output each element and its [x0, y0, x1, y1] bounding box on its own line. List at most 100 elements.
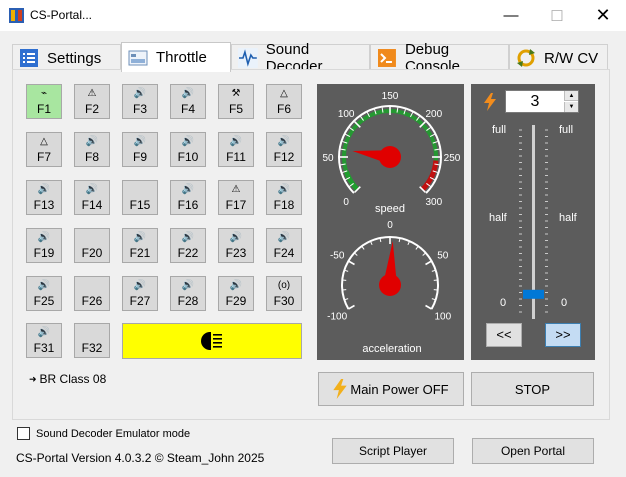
- slider-left-zero: 0: [500, 297, 507, 309]
- function-key-label: F29: [225, 294, 247, 308]
- function-key-f28[interactable]: 🔊 F28: [170, 276, 206, 311]
- app-icon: [9, 8, 24, 23]
- function-key-f15[interactable]: F15: [122, 180, 158, 215]
- speed-gauge: 0 50 100 150 200 250 300: [322, 91, 460, 208]
- function-key-f30[interactable]: (o) F30: [266, 276, 302, 311]
- function-key-f11[interactable]: 🔊 F11: [218, 132, 254, 167]
- function-key-f27[interactable]: 🔊 F27: [122, 276, 158, 311]
- function-key-f2[interactable]: ⚠ F2: [74, 84, 110, 119]
- function-symbol-icon: 🔊: [229, 232, 243, 243]
- function-key-f9[interactable]: 🔊 F9: [122, 132, 158, 167]
- function-key-f13[interactable]: 🔊 F13: [26, 180, 62, 215]
- speed-tick-label: 300: [425, 197, 442, 208]
- function-key-f18[interactable]: 🔊 F18: [266, 180, 302, 215]
- version-text: CS-Portal Version 4.0.3.2 © Steam_John 2…: [16, 451, 265, 465]
- function-key-f5[interactable]: ⚒ F5: [218, 84, 254, 119]
- throttle-icon: [128, 50, 148, 65]
- function-symbol-icon: 🔊: [37, 184, 51, 195]
- function-symbol-icon: 🔊: [181, 184, 195, 195]
- function-key-label: F16: [177, 198, 199, 212]
- function-key-f22[interactable]: 🔊 F22: [170, 228, 206, 263]
- slider-left-half: half: [489, 212, 507, 224]
- tab-settings-label: Settings: [47, 49, 102, 67]
- title-bar: CS-Portal... — ☐ ✕: [0, 0, 626, 31]
- function-symbol-icon: 🔊: [181, 232, 195, 243]
- function-key-f20[interactable]: F20: [74, 228, 110, 263]
- function-key-f32[interactable]: F32: [74, 323, 110, 358]
- function-symbol-icon: ⌁: [40, 88, 48, 99]
- function-key-f8[interactable]: 🔊 F8: [74, 132, 110, 167]
- function-key-f19[interactable]: 🔊 F19: [26, 228, 62, 263]
- close-button[interactable]: ✕: [580, 0, 626, 31]
- slider-thumb[interactable]: [523, 289, 544, 299]
- tab-throttle[interactable]: Throttle: [121, 42, 231, 72]
- function-key-f29[interactable]: 🔊 F29: [218, 276, 254, 311]
- speed-tick-label: 100: [338, 109, 355, 120]
- function-key-f10[interactable]: 🔊 F10: [170, 132, 206, 167]
- step-forward-button[interactable]: >>: [545, 323, 581, 347]
- function-key-label: F20: [81, 246, 103, 260]
- function-key-f16[interactable]: 🔊 F16: [170, 180, 206, 215]
- speed-tick-label: 200: [425, 109, 442, 120]
- spinner-up-icon[interactable]: ▲: [564, 91, 578, 101]
- function-key-label: F4: [180, 102, 195, 116]
- minimize-button[interactable]: —: [488, 0, 534, 31]
- speed-step-value[interactable]: 3: [506, 93, 564, 111]
- stop-button[interactable]: STOP: [471, 372, 594, 406]
- spinner-down-icon[interactable]: ▼: [564, 102, 578, 112]
- acceleration-gauge: -100 -50 0 50 100: [327, 220, 451, 323]
- tab-settings[interactable]: Settings: [12, 44, 121, 71]
- speed-label: speed: [375, 203, 405, 215]
- function-key-f25[interactable]: 🔊 F25: [26, 276, 62, 311]
- function-symbol-icon: 🔊: [133, 280, 147, 291]
- function-key-label: F5: [228, 102, 243, 116]
- slider-right-half: half: [559, 212, 577, 224]
- function-key-f4[interactable]: 🔊 F4: [170, 84, 206, 119]
- acceleration-tick-label: 100: [434, 312, 451, 323]
- tab-strip: Settings Throttle Sound Decoder Debug Co…: [12, 41, 612, 75]
- function-key-label: F27: [129, 294, 151, 308]
- function-symbol-icon: ⚒: [231, 88, 241, 99]
- function-symbol-icon: 🔊: [181, 88, 195, 99]
- main-power-button[interactable]: Main Power OFF: [318, 372, 464, 406]
- function-symbol-icon: (o): [277, 280, 291, 291]
- function-key-f26[interactable]: F26: [74, 276, 110, 311]
- function-key-f6[interactable]: △ F6: [266, 84, 302, 119]
- headlight-button[interactable]: [122, 323, 302, 359]
- function-symbol-icon: 🔊: [85, 136, 99, 147]
- function-key-label: F13: [33, 198, 55, 212]
- script-player-button[interactable]: Script Player: [332, 438, 454, 464]
- function-key-f23[interactable]: 🔊 F23: [218, 228, 254, 263]
- tab-debug-console[interactable]: Debug Console: [370, 41, 509, 75]
- function-key-label: F18: [273, 198, 295, 212]
- function-symbol-icon: 🔊: [181, 280, 195, 291]
- speed-step-spinner[interactable]: 3 ▲ ▼: [505, 90, 579, 113]
- function-key-label: F10: [177, 150, 199, 164]
- function-key-f17[interactable]: ⚠ F17: [218, 180, 254, 215]
- acceleration-label: acceleration: [362, 343, 421, 355]
- function-symbol-icon: ⚠: [87, 88, 97, 99]
- function-symbol-icon: 🔊: [133, 136, 147, 147]
- function-key-label: F15: [129, 198, 151, 212]
- function-key-f14[interactable]: 🔊 F14: [74, 180, 110, 215]
- function-symbol-icon: 🔊: [181, 136, 195, 147]
- function-key-f1[interactable]: ⌁ F1: [26, 84, 62, 119]
- function-key-f3[interactable]: 🔊 F3: [122, 84, 158, 119]
- emulator-mode-checkbox[interactable]: Sound Decoder Emulator mode: [17, 427, 190, 440]
- function-key-f24[interactable]: 🔊 F24: [266, 228, 302, 263]
- function-key-f31[interactable]: 🔊 F31: [26, 323, 62, 358]
- checkbox-box[interactable]: [17, 427, 30, 440]
- function-key-f21[interactable]: 🔊 F21: [122, 228, 158, 263]
- headlight-icon: [201, 332, 222, 350]
- open-portal-button[interactable]: Open Portal: [472, 438, 594, 464]
- function-symbol-icon: 🔊: [85, 184, 99, 195]
- step-back-button[interactable]: <<: [486, 323, 522, 347]
- lightning-icon: [333, 379, 348, 399]
- main-power-label: Main Power OFF: [350, 381, 449, 397]
- function-key-f7[interactable]: △ F7: [26, 132, 62, 167]
- maximize-button[interactable]: ☐: [534, 0, 580, 31]
- function-key-f12[interactable]: 🔊 F12: [266, 132, 302, 167]
- tab-rw-cv[interactable]: R/W CV: [509, 44, 608, 71]
- tab-sound-decoder[interactable]: Sound Decoder: [231, 41, 370, 75]
- function-symbol-icon: 🔊: [37, 280, 51, 291]
